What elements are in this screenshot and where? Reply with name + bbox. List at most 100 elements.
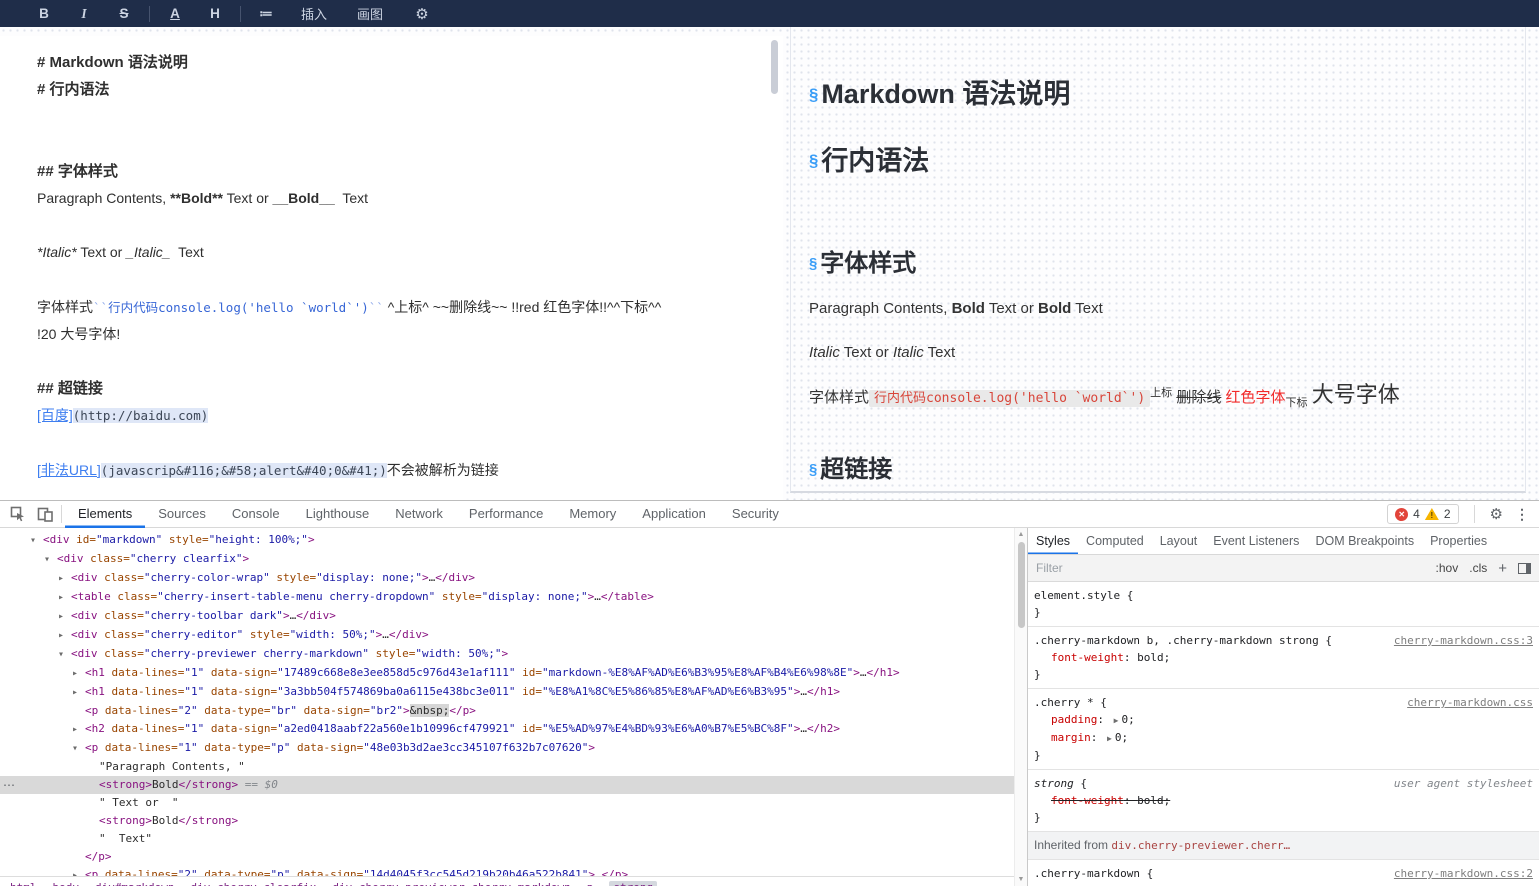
stylesheet-link[interactable]: cherry-markdown.css:3	[1386, 632, 1533, 649]
style-rule: strong {user agent stylesheetfont-weight…	[1028, 770, 1539, 832]
tree-row[interactable]: ▾<div id="markdown" style="height: 100%;…	[0, 531, 1027, 550]
tree-row[interactable]: " Text"	[0, 830, 1027, 848]
breadcrumb-item[interactable]: strong	[609, 881, 657, 886]
breadcrumb-item[interactable]: p	[587, 881, 594, 886]
underline-icon[interactable]: A	[155, 6, 195, 21]
expand-arrow-icon[interactable]: ▾	[44, 551, 57, 569]
list-icon[interactable]: ≔	[246, 6, 286, 22]
css-property[interactable]: padding: ▶0;	[1034, 711, 1533, 729]
heading-anchor-link[interactable]: §	[809, 85, 818, 104]
css-property[interactable]: margin: ▶0;	[1034, 729, 1533, 747]
tree-row[interactable]: ⋯<strong>Bold</strong> == $0	[0, 776, 1027, 794]
rule-selector[interactable]: strong	[1034, 775, 1074, 792]
new-style-rule-button[interactable]: +	[1498, 560, 1507, 577]
tab-network[interactable]: Network	[382, 501, 456, 528]
tree-row[interactable]: ▸<table class="cherry-insert-table-menu …	[0, 588, 1027, 607]
expand-arrow-icon[interactable]: ▸	[72, 665, 85, 683]
sidebar-toggle-icon[interactable]	[1518, 563, 1531, 574]
tab-console[interactable]: Console	[219, 501, 293, 528]
strikethrough-icon[interactable]: S	[104, 6, 144, 21]
scroll-down-icon[interactable]: ▼	[1018, 876, 1025, 883]
shorthand-arrow-icon[interactable]: ▶	[1114, 716, 1119, 725]
stylesheet-link[interactable]: user agent stylesheet	[1386, 775, 1533, 792]
stylesheet-link[interactable]: cherry-markdown.css:2	[1386, 865, 1533, 882]
editor-scrollbar-thumb[interactable]	[771, 40, 778, 94]
scroll-up-icon[interactable]: ▲	[1018, 531, 1025, 538]
bold-icon[interactable]: B	[24, 6, 64, 21]
rule-selector[interactable]: .cherry-markdown b, .cherry-markdown str…	[1034, 632, 1319, 649]
inspect-element-icon[interactable]	[4, 501, 31, 527]
inherited-node-link[interactable]: div.cherry-previewer.cherr…	[1111, 839, 1290, 852]
tab-application[interactable]: Application	[629, 501, 719, 528]
scrollbar-thumb[interactable]	[1018, 542, 1025, 628]
rule-selector[interactable]: .cherry *	[1034, 694, 1094, 711]
element-classes-toggle[interactable]: .cls	[1469, 561, 1487, 575]
shorthand-arrow-icon[interactable]: ▶	[1107, 734, 1112, 743]
styles-tab-styles[interactable]: Styles	[1028, 528, 1078, 555]
css-property[interactable]: word-break: break-all;	[1034, 882, 1533, 886]
tree-row[interactable]: ▸<div class="cherry-toolbar dark">…</div…	[0, 607, 1027, 626]
expand-arrow-icon[interactable]: ▸	[72, 684, 85, 702]
tree-row[interactable]: " Text or "	[0, 794, 1027, 812]
editor-content[interactable]: # Markdown 语法说明# 行内语法## 字体样式Paragraph Co…	[0, 36, 783, 484]
tree-row[interactable]: ▸<div class="cherry-editor" style="width…	[0, 626, 1027, 645]
styles-tab-properties[interactable]: Properties	[1422, 528, 1495, 555]
breadcrumb-item[interactable]: div.cherry.clearfix	[190, 881, 316, 886]
styles-tab-layout[interactable]: Layout	[1152, 528, 1206, 555]
italic-icon[interactable]: I	[64, 6, 104, 22]
tree-row[interactable]: </p>	[0, 848, 1027, 866]
heading-icon[interactable]: H	[195, 6, 235, 21]
elements-scrollbar[interactable]: ▲ ▼	[1014, 528, 1027, 886]
tree-row[interactable]: ▸<h1 data-lines="1" data-sign="3a3bb504f…	[0, 683, 1027, 702]
breadcrumb-item[interactable]: html	[10, 881, 37, 886]
tab-security[interactable]: Security	[719, 501, 792, 528]
tree-row[interactable]: ▸<h2 data-lines="1" data-sign="a2ed0418a…	[0, 720, 1027, 739]
expand-arrow-icon[interactable]: ▸	[58, 627, 71, 645]
css-property[interactable]: font-weight: bold;	[1034, 649, 1533, 666]
pseudo-state-toggle[interactable]: :hov	[1436, 561, 1459, 575]
tree-row[interactable]: ▾<p data-lines="1" data-type="p" data-si…	[0, 739, 1027, 758]
heading-anchor-link[interactable]: §	[809, 462, 817, 478]
breadcrumb-item[interactable]: div.cherry-previewer.cherry-markdown	[332, 881, 570, 886]
expand-arrow-icon[interactable]: ▸	[58, 589, 71, 607]
tab-elements[interactable]: Elements	[65, 501, 145, 528]
breadcrumb-item[interactable]: body	[53, 881, 80, 886]
stylesheet-link[interactable]: cherry-markdown.css	[1399, 694, 1533, 711]
devtools-settings-icon[interactable]: ⚙	[1490, 505, 1503, 523]
markdown-editor[interactable]: # Markdown 语法说明# 行内语法## 字体样式Paragraph Co…	[0, 36, 783, 500]
tree-row[interactable]: ▾<div class="cherry clearfix">	[0, 550, 1027, 569]
heading-anchor-link[interactable]: §	[809, 256, 817, 272]
tab-memory[interactable]: Memory	[556, 501, 629, 528]
expand-arrow-icon[interactable]: ▸	[58, 570, 71, 588]
tree-row[interactable]: <strong>Bold</strong>	[0, 812, 1027, 830]
tree-row[interactable]: ▸<div class="cherry-color-wrap" style="d…	[0, 569, 1027, 588]
expand-arrow-icon[interactable]: ▸	[58, 608, 71, 626]
expand-arrow-icon[interactable]: ▾	[58, 646, 71, 664]
styles-tab-dom-breakpoints[interactable]: DOM Breakpoints	[1307, 528, 1422, 555]
styles-filter-input[interactable]	[1036, 561, 1425, 575]
expand-arrow-icon[interactable]: ▾	[72, 740, 85, 758]
breadcrumb-item[interactable]: div#markdown	[95, 881, 174, 886]
expand-arrow-icon[interactable]: ▸	[72, 721, 85, 739]
tab-performance[interactable]: Performance	[456, 501, 556, 528]
tree-row[interactable]: <p data-lines="2" data-type="br" data-si…	[0, 702, 1027, 720]
styles-tab-event-listeners[interactable]: Event Listeners	[1205, 528, 1307, 555]
device-toolbar-icon[interactable]	[31, 501, 58, 527]
heading-anchor-link[interactable]: §	[809, 151, 818, 170]
tab-lighthouse[interactable]: Lighthouse	[293, 501, 383, 528]
devtools-more-menu-icon[interactable]: ⋮	[1515, 506, 1529, 523]
insert-menu-button[interactable]: 插入	[286, 4, 342, 23]
tree-row[interactable]: "Paragraph Contents, "	[0, 758, 1027, 776]
styles-tab-computed[interactable]: Computed	[1078, 528, 1152, 555]
draw-menu-button[interactable]: 画图	[342, 4, 398, 23]
settings-icon[interactable]: ⚙	[398, 5, 446, 23]
more-icon[interactable]: ⋯	[3, 776, 15, 794]
rule-selector[interactable]: .cherry-markdown	[1034, 865, 1140, 882]
css-property[interactable]: font-weight: bold;	[1034, 792, 1533, 809]
tree-row[interactable]: ▾<div class="cherry-previewer cherry-mar…	[0, 645, 1027, 664]
console-status-badge[interactable]: ✕ 4 ! 2	[1387, 504, 1458, 524]
tab-sources[interactable]: Sources	[145, 501, 219, 528]
tree-row[interactable]: ▸<h1 data-lines="1" data-sign="17489c668…	[0, 664, 1027, 683]
expand-arrow-icon[interactable]: ▾	[30, 532, 43, 550]
rule-selector[interactable]: element.style	[1034, 587, 1120, 604]
